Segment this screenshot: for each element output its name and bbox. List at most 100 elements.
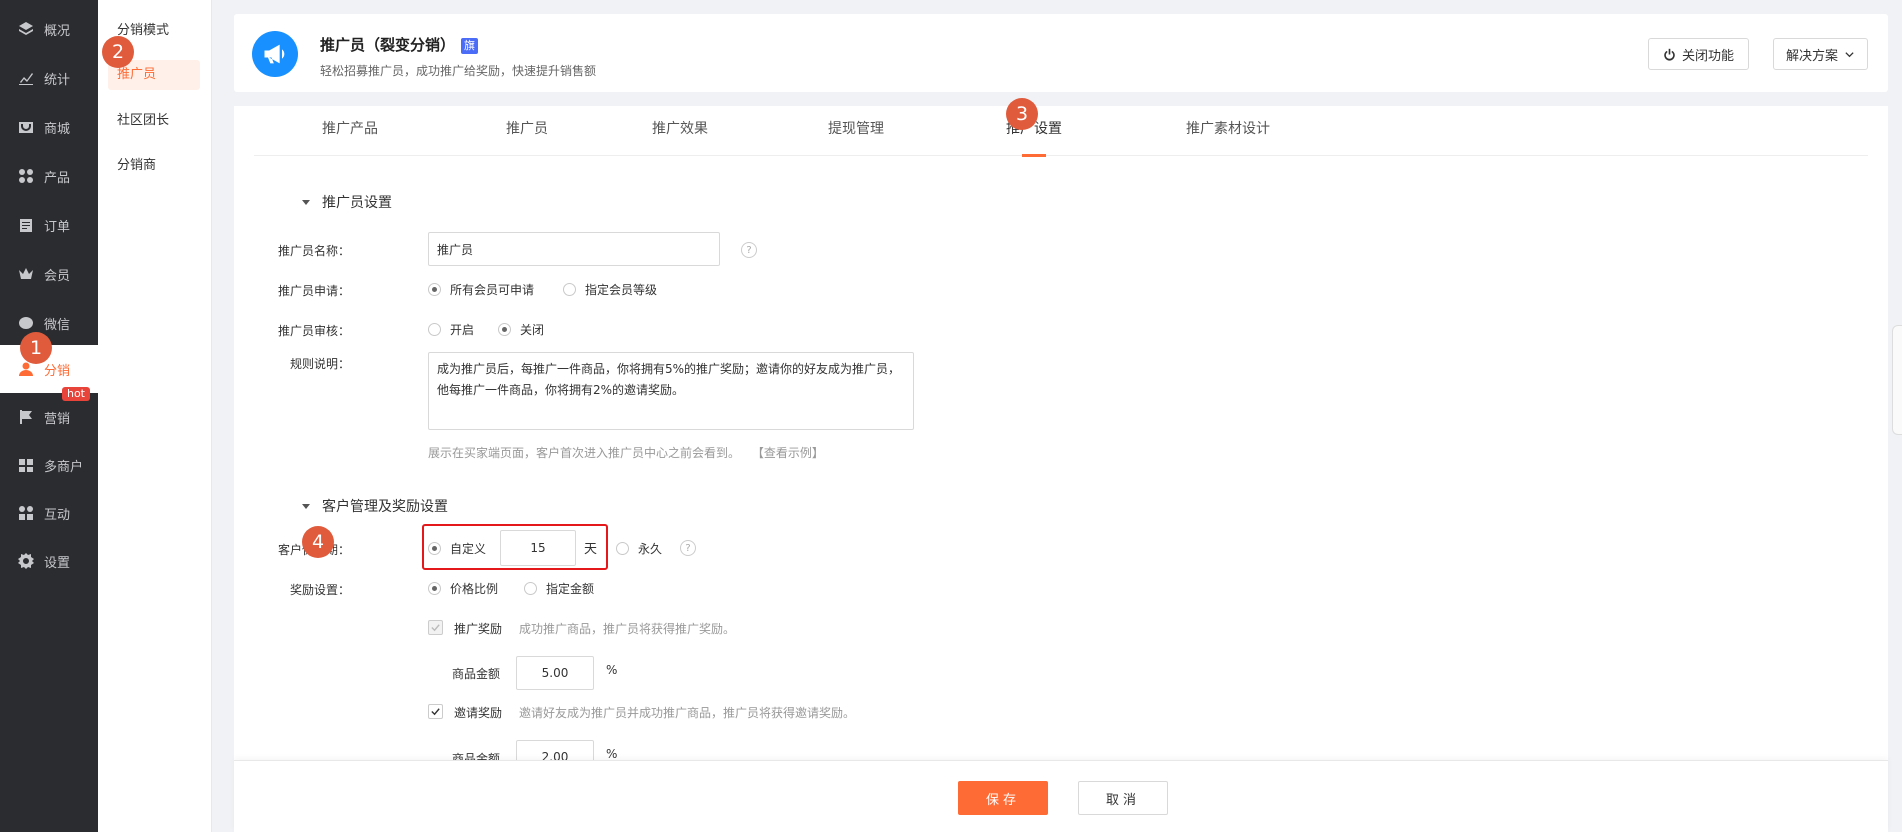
crown-icon [18,266,34,282]
apply-all-members-radio[interactable]: 所有会员可申请 [428,281,534,298]
nav-item-member[interactable]: 会员 [0,250,98,298]
tab-material-design[interactable]: 推广素材设计 [1186,106,1270,156]
layers-icon [18,21,34,37]
apply-member-level-radio[interactable]: 指定会员等级 [563,281,657,298]
protect-forever-radio[interactable]: 永久 [616,540,662,557]
rules-label: 规则说明： [289,357,350,371]
save-button[interactable]: 保存 [958,781,1048,815]
order-icon [18,217,34,233]
step-badge-2: 2 [102,36,134,68]
view-example-link[interactable]: 【查看示例】 [752,446,824,460]
promoter-settings-section[interactable]: 推广员设置 [302,192,392,212]
hot-badge: hot [61,387,90,401]
promoter-review-label: 推广员审核： [277,324,350,338]
radio-dot [498,323,511,336]
tab-bar: 推广产品 推广员 推广效果 提现管理 推广设置 推广素材设计 [254,106,1868,157]
reward-fixed-amount-radio[interactable]: 指定金额 [524,580,594,597]
nav-item-marketing[interactable]: 营销 hot [0,387,98,441]
check-icon [431,624,440,632]
subnav-item-community-leader[interactable]: 社区团长 [108,106,200,136]
caret-down-icon [302,503,310,509]
promoter-name-label: 推广员名称： [277,244,350,258]
nav-item-interact[interactable]: 互动 [0,489,98,537]
nav-item-order[interactable]: 订单 [0,201,98,249]
nav-item-label: 多商户 [44,459,84,475]
tab-withdrawal[interactable]: 提现管理 [828,106,884,156]
nav-item-mall[interactable]: 商城 [0,103,98,151]
radio-dot [428,323,441,336]
feature-header: 推广员（裂变分销）旗 轻松招募推广员，成功推广给奖励，快速提升销售额 关闭功能 … [234,14,1888,92]
reward-price-ratio-radio[interactable]: 价格比例 [428,580,498,597]
invite-reward-checkbox[interactable] [428,704,443,719]
side-drawer-handle[interactable] [1892,325,1902,435]
rules-hint-text: 展示在买家端页面，客户首次进入推广员中心之前会看到。 [428,446,741,460]
promoter-name-input[interactable] [428,232,720,266]
power-icon [1663,48,1676,61]
close-feature-label: 关闭功能 [1681,48,1734,64]
rules-hint: 展示在买家端页面，客户首次进入推广员中心之前会看到。 【查看示例】 [428,444,824,461]
promo-amount-input[interactable] [516,656,594,690]
promoter-apply-label: 推广员申请： [277,284,350,298]
check-icon [431,708,440,716]
nav-item-settings[interactable]: 设置 [0,537,98,585]
radio-dot [563,283,576,296]
settings-content: 推广产品 推广员 推广效果 提现管理 推广设置 推广素材设计 推广员设置 推广员… [234,106,1888,832]
nav-item-product[interactable]: 产品 [0,152,98,200]
nav-item-label: 微信 [44,317,71,333]
interact-icon [18,505,34,521]
promo-reward-title: 推广奖励 [454,622,503,636]
mall-icon [18,119,34,135]
nav-item-label: 统计 [44,72,71,88]
tab-promote-products[interactable]: 推广产品 [322,106,378,156]
subnav-item-distributor[interactable]: 分销商 [108,151,200,181]
rules-textarea[interactable]: 成为推广员后，每推广一件商品，你将拥有5%的推广奖励；邀请你的好友成为推广员，他… [428,352,914,430]
highlight-box [422,524,608,570]
cancel-button[interactable]: 取消 [1078,781,1168,815]
customer-reward-section[interactable]: 客户管理及奖励设置 [302,496,448,516]
promo-reward-checkbox[interactable] [428,620,443,635]
nav-item-multi-merchant[interactable]: 多商户 [0,441,98,489]
caret-down-icon [302,199,310,205]
chevron-down-icon [1844,49,1855,60]
percent-unit: % [606,663,618,677]
page-subtitle: 轻松招募推广员，成功推广给奖励，快速提升销售额 [320,64,597,78]
radio-dot [428,582,441,595]
invite-reward-desc: 邀请好友成为推广员并成功推广商品，推广员将获得邀请奖励。 [519,706,856,720]
review-on-radio[interactable]: 开启 [428,321,474,338]
radio-label: 永久 [638,542,663,556]
radio-label: 指定金额 [546,582,595,596]
page-title: 推广员（裂变分销） 旗 [320,34,479,55]
review-off-radio[interactable]: 关闭 [498,321,544,338]
nav-item-overview[interactable]: 概况 [0,5,98,53]
nav-item-label: 会员 [44,268,71,284]
nav-item-label: 概况 [44,23,71,39]
radio-label: 所有会员可申请 [450,283,535,297]
step-badge-4: 4 [302,526,334,558]
chart-icon [18,70,34,86]
megaphone-icon [252,31,298,77]
close-feature-button[interactable]: 关闭功能 [1647,38,1749,70]
invite-reward-title: 邀请奖励 [454,706,503,720]
flag-icon [18,409,34,425]
radio-dot [616,542,629,555]
step-badge-3: 3 [1006,98,1038,130]
nav-item-label: 商城 [44,121,71,137]
footer-action-bar: 保存 取消 [234,760,1888,832]
nav-item-stats[interactable]: 统计 [0,54,98,102]
section-title-text: 客户管理及奖励设置 [322,499,448,515]
page-title-text: 推广员（裂变分销） [320,36,456,54]
help-icon[interactable]: ? [680,540,696,556]
step-badge-1: 1 [20,332,52,364]
wechat-icon [18,315,34,331]
nav-item-label: 互动 [44,507,71,523]
promo-amount-label: 商品金额 [452,667,501,681]
help-icon[interactable]: ? [741,242,757,258]
radio-label: 开启 [450,323,475,337]
grid-icon [18,168,34,184]
tab-promoters[interactable]: 推广员 [506,106,548,156]
section-title-text: 推广员设置 [322,195,392,211]
solution-label: 解决方案 [1785,48,1838,64]
solution-dropdown[interactable]: 解决方案 [1772,38,1868,70]
tab-promotion-effect[interactable]: 推广效果 [652,106,708,156]
nav-item-label: 营销 [44,411,71,427]
